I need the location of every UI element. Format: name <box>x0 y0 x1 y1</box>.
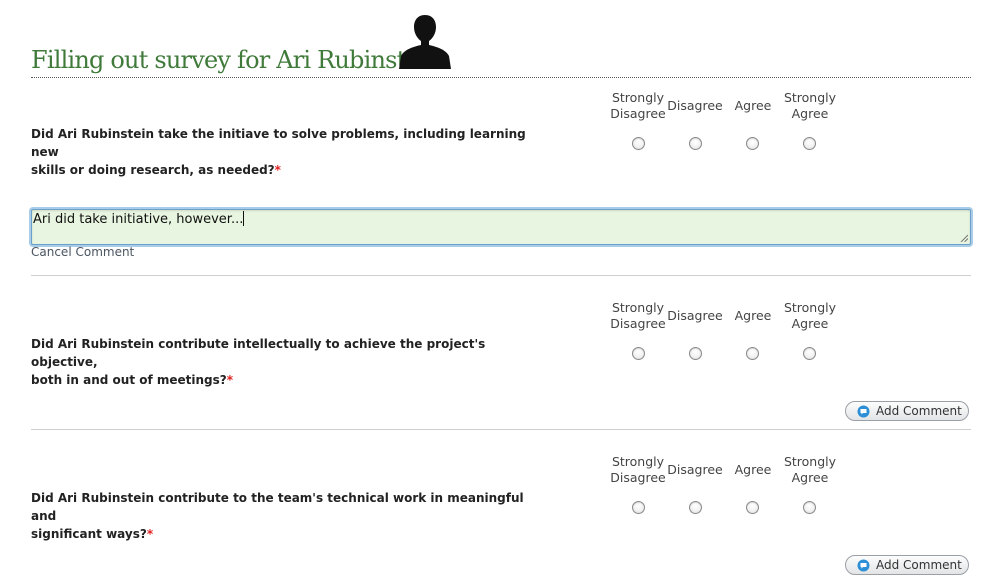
scale-header-strongly-agree: Strongly Agree <box>783 300 837 331</box>
radio-agree[interactable] <box>746 137 759 150</box>
required-marker: * <box>146 527 154 541</box>
speech-bubble-icon <box>857 559 870 572</box>
radio-strongly-agree[interactable] <box>803 137 816 150</box>
scale-header-disagree: Disagree <box>667 98 723 113</box>
scale-header-agree: Agree <box>734 462 772 477</box>
survey-header: Filling out survey for Ari Rubinstein <box>31 8 971 78</box>
radio-strongly-agree[interactable] <box>803 347 816 360</box>
scale-header-strongly-disagree: Strongly Disagree <box>610 300 666 331</box>
radio-disagree[interactable] <box>689 501 702 514</box>
scale-header-disagree: Disagree <box>667 308 723 323</box>
scale-header-strongly-agree: Strongly Agree <box>783 454 837 485</box>
add-comment-label: Add Comment <box>876 404 962 418</box>
radio-agree[interactable] <box>746 501 759 514</box>
comment-text: Ari did take initiative, however... <box>33 211 245 227</box>
add-comment-button[interactable]: Add Comment <box>845 555 969 575</box>
page-title: Filling out survey for Ari Rubinstein <box>31 46 441 74</box>
divider <box>31 429 971 430</box>
radio-strongly-disagree[interactable] <box>632 501 645 514</box>
required-marker: * <box>226 373 234 387</box>
radio-strongly-disagree[interactable] <box>632 137 645 150</box>
question-2: Strongly Disagree Disagree Agree Strongly… <box>31 298 971 387</box>
scale-header-strongly-disagree: Strongly Disagree <box>610 454 666 485</box>
question-text: Did Ari Rubinstein contribute intellectu… <box>31 337 486 387</box>
scale-header-strongly-disagree: Strongly Disagree <box>610 90 666 121</box>
question-text: Did Ari Rubinstein take the initiave to … <box>31 127 526 177</box>
resize-grip-icon[interactable] <box>960 234 968 242</box>
question-3: Strongly Disagree Disagree Agree Strongly… <box>31 452 971 541</box>
divider <box>31 275 971 276</box>
radio-agree[interactable] <box>746 347 759 360</box>
speech-bubble-icon <box>857 405 870 418</box>
person-silhouette-icon <box>399 15 451 69</box>
question-text: Did Ari Rubinstein contribute to the tea… <box>31 491 524 541</box>
scale-header-agree: Agree <box>734 98 772 113</box>
scale-header-strongly-agree: Strongly Agree <box>783 90 837 121</box>
comment-textarea[interactable]: Ari did take initiative, however... <box>31 209 971 245</box>
add-comment-button[interactable]: Add Comment <box>845 401 969 421</box>
radio-disagree[interactable] <box>689 137 702 150</box>
question-1: Strongly Disagree Disagree Agree Strongly… <box>31 88 971 177</box>
cancel-comment-link[interactable]: Cancel Comment <box>31 245 134 259</box>
required-marker: * <box>274 163 281 177</box>
scale-header-disagree: Disagree <box>667 462 723 477</box>
radio-strongly-disagree[interactable] <box>632 347 645 360</box>
radio-disagree[interactable] <box>689 347 702 360</box>
text-caret <box>243 211 245 226</box>
radio-strongly-agree[interactable] <box>803 501 816 514</box>
scale-header-agree: Agree <box>734 308 772 323</box>
add-comment-label: Add Comment <box>876 558 962 572</box>
